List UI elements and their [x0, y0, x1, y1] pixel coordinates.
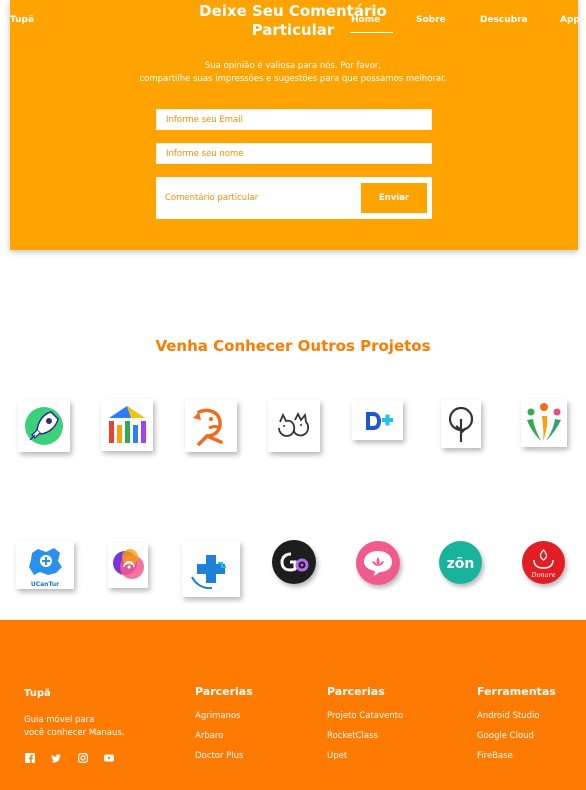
send-button[interactable]: Enviar [361, 183, 427, 213]
comment-subtitle-line2: compartilhe suas impressões e sugestões … [139, 74, 447, 84]
footer-link-projeto-catavento[interactable]: Projeto Catavento [327, 711, 403, 721]
orange-bird-logo[interactable] [185, 400, 237, 452]
top-nav: Home Sobre Descubra App [0, 15, 586, 35]
footer-link-firebase[interactable]: FireBase [477, 751, 513, 761]
facebook-icon[interactable] [25, 753, 35, 763]
nav-sobre[interactable]: Sobre [416, 15, 446, 25]
pets-logo[interactable] [268, 400, 320, 452]
d-plus-logo[interactable] [352, 400, 403, 440]
footer-tagline: Guia móvel para você conhecer Manaus. [24, 714, 164, 740]
bar-columns-logo[interactable] [101, 399, 153, 451]
podcast-logo[interactable] [108, 543, 148, 588]
footer-link-rocketclass[interactable]: RocketClass [327, 731, 378, 741]
projects-title: Venha Conhecer Outros Projetos [155, 337, 431, 355]
footer-col3-title: Ferramentas [477, 685, 556, 698]
ucantur-logo[interactable]: UCanTur [16, 541, 74, 589]
people-logo[interactable] [521, 399, 567, 447]
zon-label: zōn [447, 556, 475, 572]
comment-subtitle-line1: Sua opinião é valiosa para nós. Por favo… [204, 61, 382, 71]
email-field[interactable]: Informe seu Email [156, 109, 432, 130]
nav-descubra[interactable]: Descubra [480, 15, 528, 25]
zon-logo[interactable]: zōn [439, 541, 482, 584]
footer-link-doctor-plus[interactable]: Doctor Plus [195, 751, 243, 761]
health-plus-logo[interactable] [182, 541, 240, 597]
youtube-icon[interactable] [104, 753, 114, 763]
footer-link-arbaro[interactable]: Arbaro [195, 731, 223, 741]
go-gear-logo[interactable] [272, 540, 316, 584]
footer-link-upet[interactable]: Upet [327, 751, 347, 761]
rocket-app-logo[interactable] [18, 400, 70, 452]
instagram-icon[interactable] [78, 753, 88, 763]
footer-col1-title: Parcerias [195, 685, 253, 698]
ucantur-label: UCanTur [31, 581, 59, 588]
donare-logo[interactable]: Donare [522, 541, 565, 584]
footer-link-android-studio[interactable]: Android Studio [477, 711, 540, 721]
tree-logo[interactable] [441, 400, 481, 448]
comment-field[interactable]: Comentário particular Enviar [156, 177, 432, 219]
donare-label: Donare [530, 571, 555, 579]
footer-tagline-line2: você conhecer Manaus. [24, 728, 125, 738]
footer-link-agrimanos[interactable]: Agrimanos [195, 711, 241, 721]
footer-col2-title: Parcerias [327, 685, 385, 698]
twitter-icon[interactable] [51, 753, 61, 763]
footer-link-google-cloud[interactable]: Google Cloud [477, 731, 534, 741]
chat-lotus-logo[interactable] [356, 541, 400, 585]
nav-home[interactable]: Home [349, 15, 394, 33]
nav-app[interactable]: App [560, 15, 580, 25]
footer: Tupã Guia móvel para você conhecer Manau… [0, 620, 586, 790]
page: Deixe Seu Comentário Particular Tupã Hom… [0, 0, 586, 790]
comment-subtitle: Sua opinião é valiosa para nós. Por favo… [0, 60, 586, 86]
footer-brand: Tupã [24, 688, 51, 699]
comment-placeholder: Comentário particular [165, 193, 259, 203]
footer-tagline-line1: Guia móvel para [24, 715, 95, 725]
name-field[interactable]: Informe seu nome [156, 143, 432, 164]
